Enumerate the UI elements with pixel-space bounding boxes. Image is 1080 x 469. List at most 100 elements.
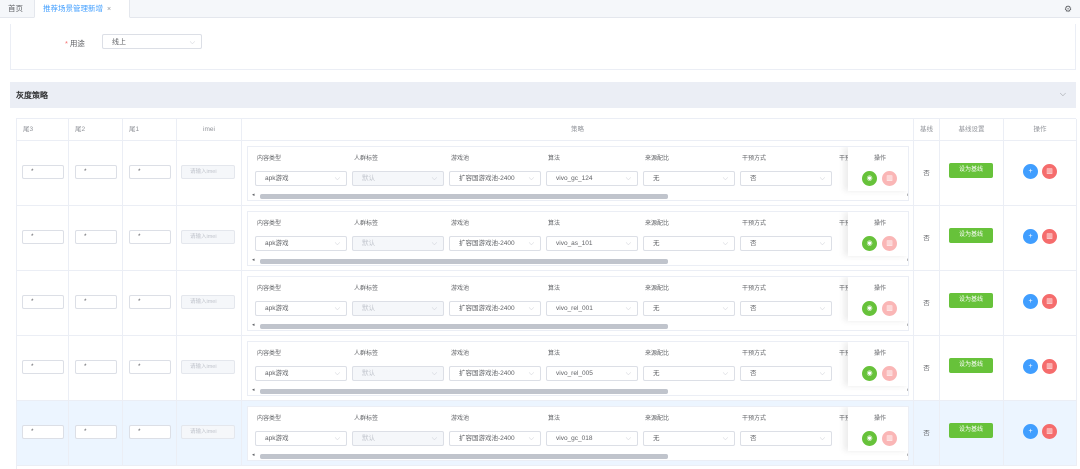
set-baseline-button[interactable]: 设为基线: [949, 163, 993, 178]
scroll-right-icon[interactable]: ▸: [907, 387, 908, 393]
scroll-left-icon[interactable]: ◂: [252, 192, 255, 198]
set-baseline-button[interactable]: 设为基线: [949, 423, 993, 438]
scroll-thumb[interactable]: [260, 194, 668, 199]
scroll-right-icon[interactable]: ▸: [907, 257, 908, 263]
scroll-right-icon[interactable]: ▸: [907, 452, 908, 458]
set-baseline-button[interactable]: 设为基线: [949, 228, 993, 243]
plus-icon[interactable]: +: [1023, 359, 1038, 374]
scroll-thumb[interactable]: [260, 259, 668, 264]
intervention-select[interactable]: 否 ⌵: [740, 301, 832, 316]
intervention-select[interactable]: 否 ⌵: [740, 171, 832, 186]
imei-input[interactable]: 请输入imei: [181, 295, 235, 309]
content-type-select[interactable]: apk游戏 ⌵: [255, 236, 347, 251]
algorithm-select[interactable]: vivo_gc_018 ⌵: [546, 431, 638, 446]
scroll-left-icon[interactable]: ◂: [252, 387, 255, 393]
gray-strategy-header[interactable]: 灰度策略 ⌵: [10, 82, 1076, 108]
tab-scene-create[interactable]: 推荐场景管理新增 ×: [34, 0, 130, 18]
algorithm-select[interactable]: vivo_as_101 ⌵: [546, 236, 638, 251]
horizontal-scrollbar[interactable]: ◂ ▸: [252, 257, 908, 264]
content-type-select[interactable]: apk游戏 ⌵: [255, 171, 347, 186]
intervention-select[interactable]: 否 ⌵: [740, 236, 832, 251]
plus-icon[interactable]: +: [1023, 229, 1038, 244]
tail3-input[interactable]: *: [22, 230, 64, 244]
chevron-down-icon[interactable]: ⌵: [1060, 89, 1066, 99]
tail1-input[interactable]: *: [129, 230, 171, 244]
algorithm-select[interactable]: vivo_rel_005 ⌵: [546, 366, 638, 381]
close-icon[interactable]: ×: [107, 6, 111, 13]
horizontal-scrollbar[interactable]: ◂ ▸: [252, 322, 908, 329]
imei-input[interactable]: 请输入imei: [181, 230, 235, 244]
tail1-input[interactable]: *: [129, 295, 171, 309]
trash-icon[interactable]: ▥: [882, 171, 897, 186]
eye-icon[interactable]: ◉: [862, 431, 877, 446]
trash-icon[interactable]: ▥: [882, 236, 897, 251]
crowd-tag-select[interactable]: 默认 ⌵: [352, 301, 444, 316]
tail3-input[interactable]: *: [22, 425, 64, 439]
tail3-input[interactable]: *: [22, 360, 64, 374]
source-ratio-select[interactable]: 无 ⌵: [643, 366, 735, 381]
trash-icon[interactable]: ▥: [882, 366, 897, 381]
algorithm-select[interactable]: vivo_gc_124 ⌵: [546, 171, 638, 186]
usage-select[interactable]: 线上 ⌵: [102, 34, 202, 49]
tab-home[interactable]: 首页: [0, 0, 34, 18]
crowd-tag-select[interactable]: 默认 ⌵: [352, 366, 444, 381]
scroll-right-icon[interactable]: ▸: [907, 322, 908, 328]
source-ratio-select[interactable]: 无 ⌵: [643, 301, 735, 316]
imei-input[interactable]: 请输入imei: [181, 360, 235, 374]
scroll-left-icon[interactable]: ◂: [252, 257, 255, 263]
tail2-input[interactable]: *: [75, 295, 117, 309]
plus-icon[interactable]: +: [1023, 294, 1038, 309]
imei-input[interactable]: 请输入imei: [181, 425, 235, 439]
tail1-input[interactable]: *: [129, 425, 171, 439]
plus-icon[interactable]: +: [1023, 424, 1038, 439]
scroll-right-icon[interactable]: ▸: [907, 192, 908, 198]
intervention-select[interactable]: 否 ⌵: [740, 431, 832, 446]
tail2-input[interactable]: *: [75, 165, 117, 179]
crowd-tag-select[interactable]: 默认 ⌵: [352, 171, 444, 186]
crowd-tag-select[interactable]: 默认 ⌵: [352, 236, 444, 251]
game-pool-select[interactable]: 扩容国游戏池-2400 ⌵: [449, 366, 541, 381]
trash-icon[interactable]: ▥: [882, 431, 897, 446]
trash-icon[interactable]: ▥: [882, 301, 897, 316]
tail2-input[interactable]: *: [75, 425, 117, 439]
game-pool-select[interactable]: 扩容国游戏池-2400 ⌵: [449, 236, 541, 251]
tail2-input[interactable]: *: [75, 360, 117, 374]
tail3-input[interactable]: *: [22, 165, 64, 179]
trash-icon[interactable]: ▥: [1042, 229, 1057, 244]
eye-icon[interactable]: ◉: [862, 171, 877, 186]
trash-icon[interactable]: ▥: [1042, 294, 1057, 309]
set-baseline-button[interactable]: 设为基线: [949, 358, 993, 373]
eye-icon[interactable]: ◉: [862, 301, 877, 316]
intervention-select[interactable]: 否 ⌵: [740, 366, 832, 381]
eye-icon[interactable]: ◉: [862, 366, 877, 381]
scroll-thumb[interactable]: [260, 454, 668, 459]
trash-icon[interactable]: ▥: [1042, 424, 1057, 439]
source-ratio-select[interactable]: 无 ⌵: [643, 236, 735, 251]
set-baseline-button[interactable]: 设为基线: [949, 293, 993, 308]
horizontal-scrollbar[interactable]: ◂ ▸: [252, 387, 908, 394]
plus-icon[interactable]: +: [1023, 164, 1038, 179]
game-pool-select[interactable]: 扩容国游戏池-2400 ⌵: [449, 171, 541, 186]
gear-icon[interactable]: ⚙: [1062, 3, 1074, 15]
content-type-select[interactable]: apk游戏 ⌵: [255, 366, 347, 381]
tail2-input[interactable]: *: [75, 230, 117, 244]
tail1-input[interactable]: *: [129, 165, 171, 179]
horizontal-scrollbar[interactable]: ◂ ▸: [252, 192, 908, 199]
imei-input[interactable]: 请输入imei: [181, 165, 235, 179]
crowd-tag-select[interactable]: 默认 ⌵: [352, 431, 444, 446]
game-pool-select[interactable]: 扩容国游戏池-2400 ⌵: [449, 301, 541, 316]
trash-icon[interactable]: ▥: [1042, 359, 1057, 374]
game-pool-select[interactable]: 扩容国游戏池-2400 ⌵: [449, 431, 541, 446]
source-ratio-select[interactable]: 无 ⌵: [643, 431, 735, 446]
source-ratio-select[interactable]: 无 ⌵: [643, 171, 735, 186]
content-type-select[interactable]: apk游戏 ⌵: [255, 301, 347, 316]
eye-icon[interactable]: ◉: [862, 236, 877, 251]
content-type-select[interactable]: apk游戏 ⌵: [255, 431, 347, 446]
scroll-thumb[interactable]: [260, 389, 668, 394]
scroll-thumb[interactable]: [260, 324, 668, 329]
trash-icon[interactable]: ▥: [1042, 164, 1057, 179]
tail3-input[interactable]: *: [22, 295, 64, 309]
tail1-input[interactable]: *: [129, 360, 171, 374]
scroll-left-icon[interactable]: ◂: [252, 452, 255, 458]
horizontal-scrollbar[interactable]: ◂ ▸: [252, 452, 908, 459]
